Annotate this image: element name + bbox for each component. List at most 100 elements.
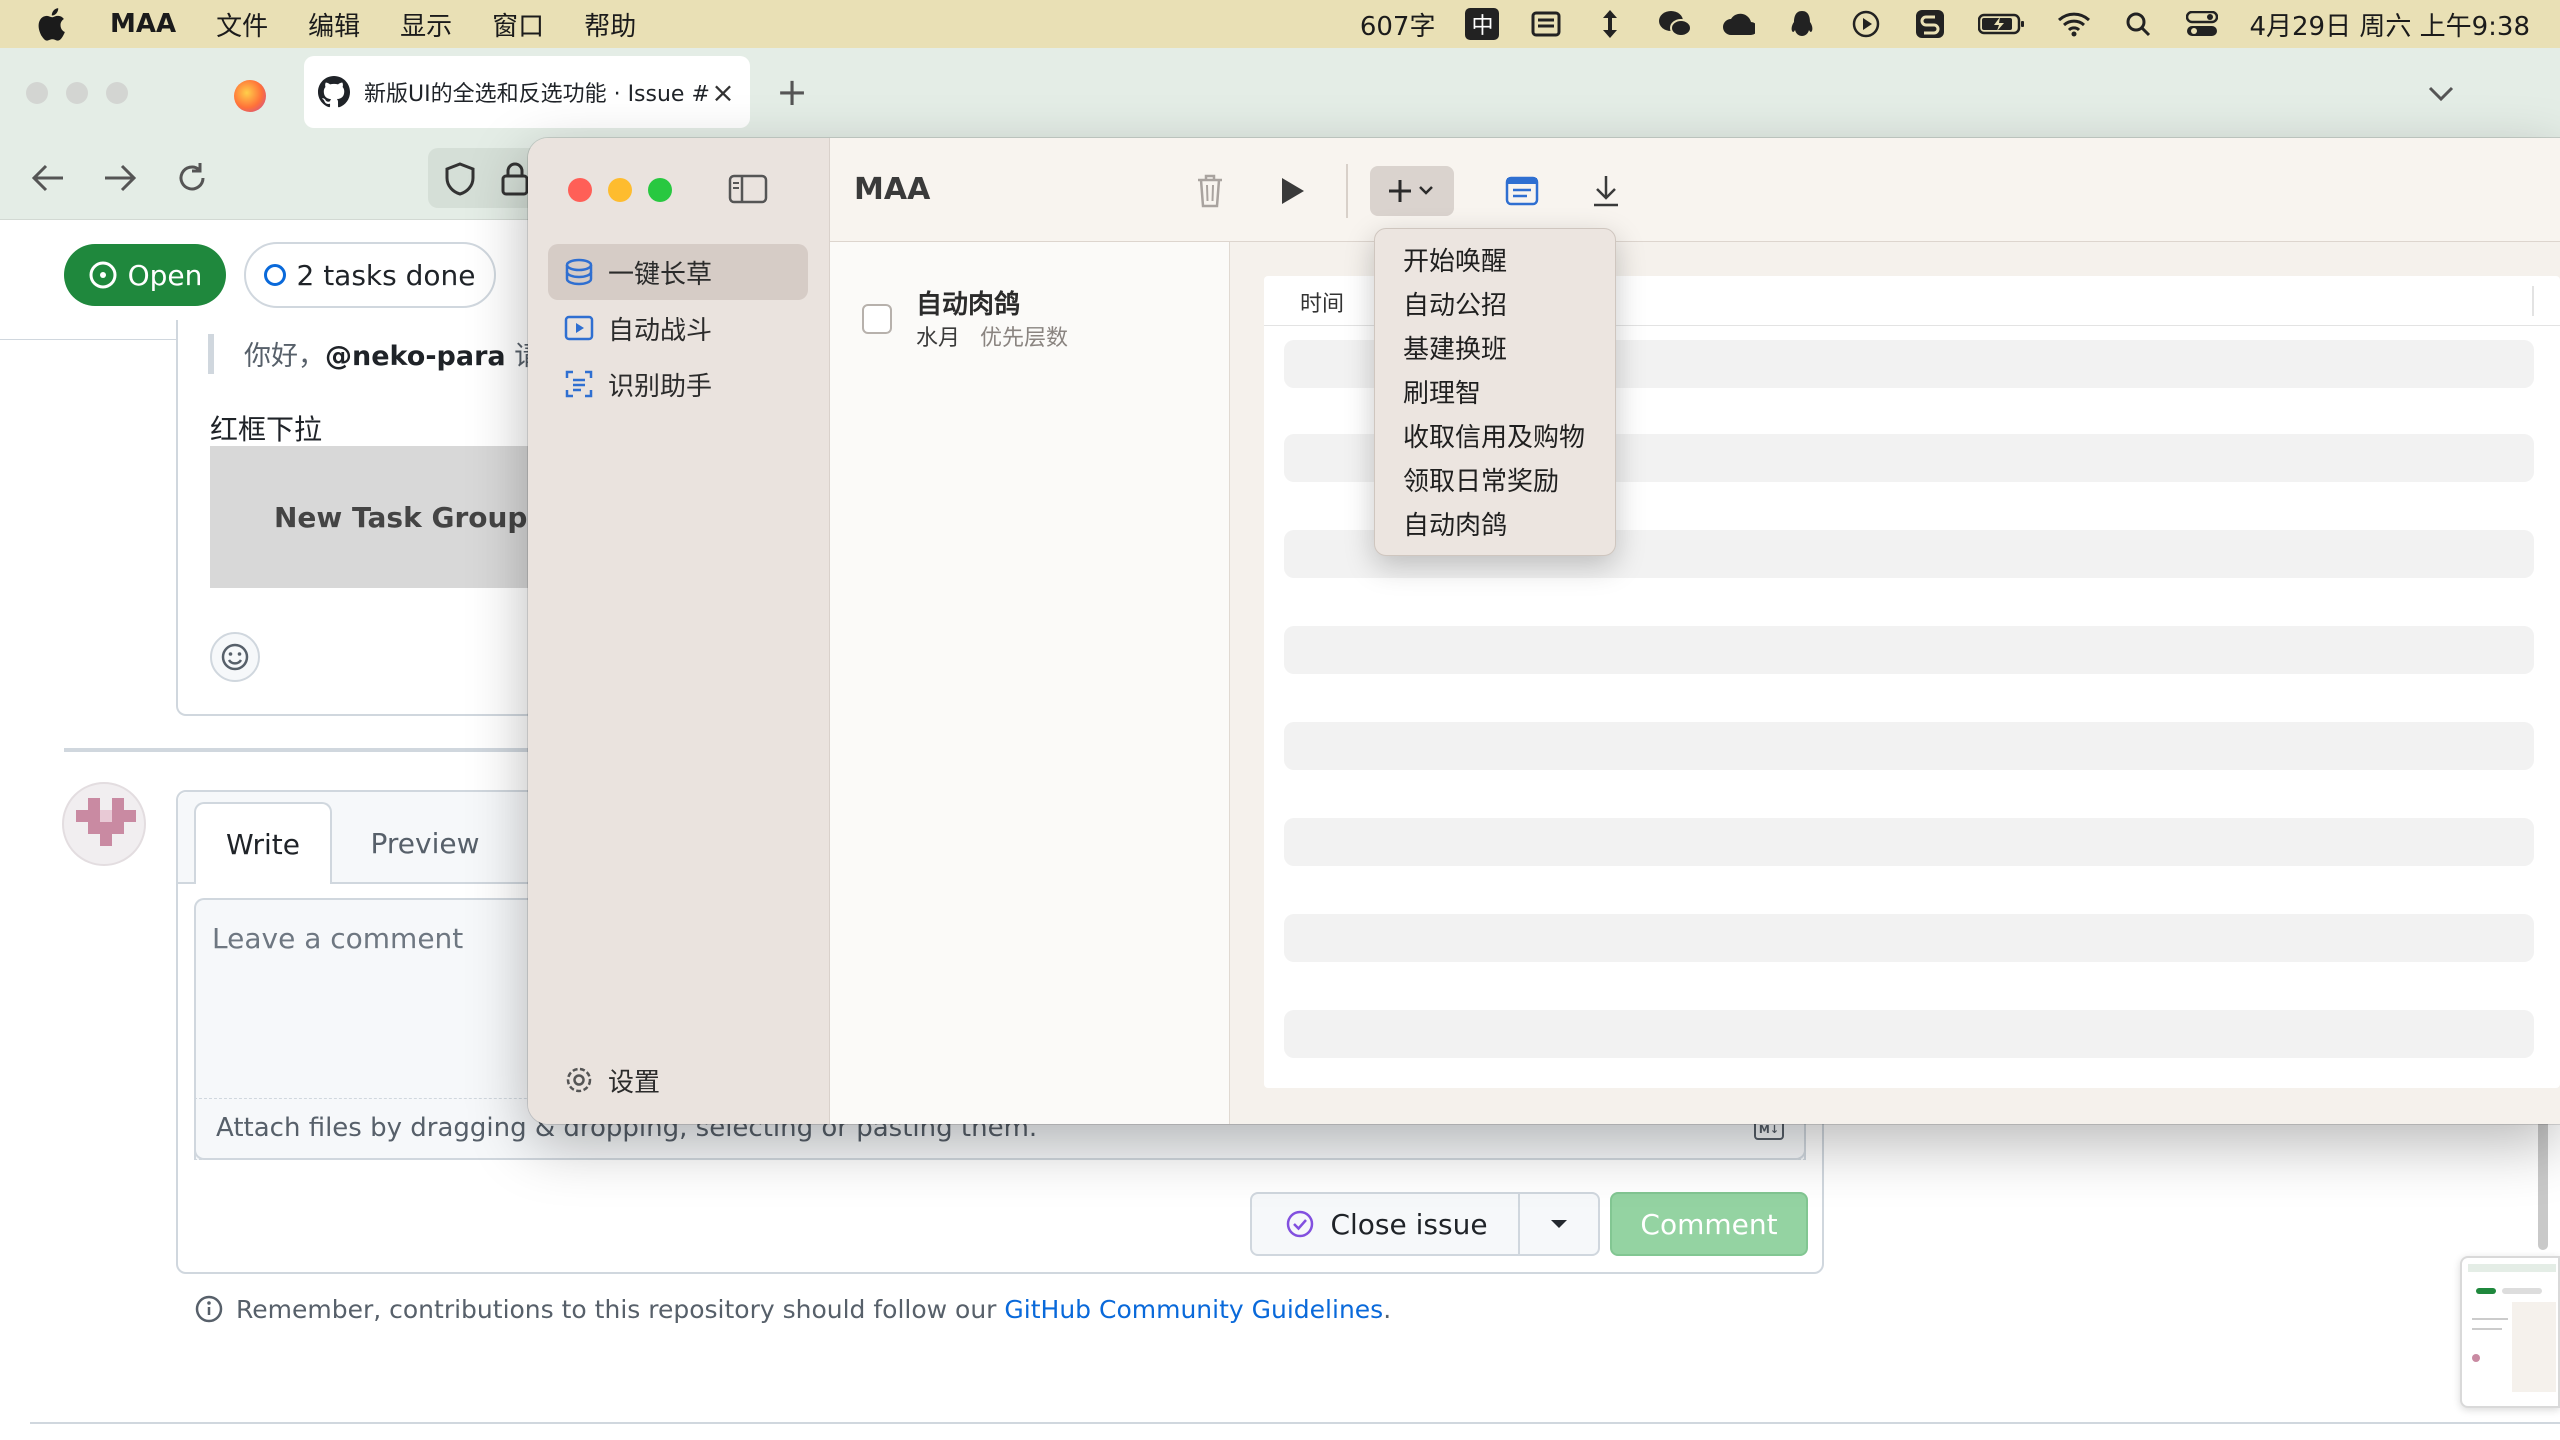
- browser-tab-active[interactable]: 新版UI的全选和反选功能 · Issue # ×: [304, 56, 750, 128]
- firefox-view-icon[interactable]: [234, 80, 266, 112]
- menu-app-name[interactable]: MAA: [110, 9, 176, 39]
- trash-icon[interactable]: [1184, 166, 1236, 216]
- menu-help[interactable]: 帮助: [584, 6, 636, 43]
- menu-file[interactable]: 文件: [216, 6, 268, 43]
- wechat-icon[interactable]: [1657, 7, 1692, 41]
- notes-icon[interactable]: [1529, 7, 1563, 41]
- menu-item-roguelike[interactable]: 自动肉鸽: [1375, 501, 1615, 545]
- add-reaction-smiley-icon[interactable]: [210, 632, 260, 682]
- footer-divider: [30, 1422, 2560, 1424]
- tab-list-chevron-down-icon[interactable]: [2424, 76, 2458, 110]
- control-center-icon[interactable]: [2185, 7, 2219, 41]
- tab-preview[interactable]: Preview: [350, 802, 500, 884]
- sidebar-item-settings[interactable]: 设置: [548, 1052, 808, 1108]
- scan-text-icon: [564, 369, 594, 399]
- info-icon: [195, 1295, 223, 1323]
- issue-state-badge: Open: [64, 244, 226, 306]
- page-scrollbar[interactable]: [2538, 1110, 2548, 1250]
- window-close-button[interactable]: [568, 178, 592, 202]
- toolbar-separator: [1346, 164, 1348, 218]
- menu-edit[interactable]: 编辑: [308, 6, 360, 43]
- play-square-icon: [564, 313, 594, 343]
- screenshot-caption: New Task Group #1: [274, 500, 536, 534]
- check-circle-icon: [1287, 1210, 1314, 1238]
- timeline-divider: [64, 748, 540, 752]
- browser-close-dot[interactable]: [26, 82, 48, 104]
- comment-screenshot-image[interactable]: New Task Group #1: [210, 446, 536, 588]
- user-mention-link[interactable]: @neko-para: [325, 341, 506, 372]
- window-thumbnail-preview[interactable]: [2460, 1256, 2560, 1408]
- tab-close-icon[interactable]: ×: [710, 76, 736, 109]
- comment-paragraph: 红框下拉: [210, 413, 323, 446]
- menu-window[interactable]: 窗口: [492, 6, 544, 43]
- issue-open-icon: [89, 261, 117, 289]
- contribution-guideline-note: Remember, contributions to this reposito…: [194, 1294, 1391, 1324]
- search-icon[interactable]: [2121, 7, 2155, 41]
- tab-write[interactable]: Write: [194, 802, 332, 884]
- add-task-plus-icon[interactable]: [1370, 166, 1454, 216]
- window-zoom-button[interactable]: [648, 178, 672, 202]
- cloud-icon[interactable]: [1721, 7, 1756, 41]
- settings-label: 设置: [608, 1067, 661, 1098]
- forward-arrow-icon[interactable]: [100, 158, 140, 198]
- sidebar-item-recognition[interactable]: 识别助手: [548, 356, 808, 412]
- user-avatar[interactable]: [62, 782, 146, 866]
- qq-icon[interactable]: [1785, 7, 1819, 41]
- battery-icon[interactable]: [1977, 7, 2027, 41]
- s-app-icon[interactable]: [1913, 7, 1947, 41]
- menu-bar: MAA 文件 编辑 显示 窗口 帮助 607字 中 4月29日 周六 上午9:3…: [0, 0, 2560, 48]
- menu-item-recruit[interactable]: 自动公招: [1375, 281, 1615, 325]
- sidebar-item-auto-battle[interactable]: 自动战斗: [548, 300, 808, 356]
- sidebar-item-label: 一键长草: [608, 259, 713, 290]
- input-method-icon[interactable]: 中: [1465, 8, 1500, 40]
- reload-icon[interactable]: [172, 158, 212, 198]
- new-tab-plus-icon[interactable]: +: [774, 70, 810, 114]
- resize-vertical-icon[interactable]: [1593, 7, 1627, 41]
- apple-icon[interactable]: [36, 4, 76, 44]
- back-arrow-icon[interactable]: [28, 158, 68, 198]
- tasks-label: 2 tasks done: [296, 258, 476, 292]
- shield-icon[interactable]: [444, 162, 478, 196]
- browser-zoom-dot[interactable]: [106, 82, 128, 104]
- log-row-placeholder: [1284, 1010, 2534, 1058]
- community-guidelines-link[interactable]: GitHub Community Guidelines: [1004, 1295, 1383, 1324]
- menu-item-award[interactable]: 领取日常奖励: [1375, 457, 1615, 501]
- blockquote-text: 你好，@neko-para 请: [244, 341, 542, 372]
- github-logo-icon: [318, 76, 351, 108]
- log-row-placeholder: [1284, 722, 2534, 770]
- comment-submit-button[interactable]: Comment: [1610, 1192, 1808, 1256]
- gear-icon: [564, 1065, 594, 1095]
- stack-icon: [564, 257, 594, 287]
- wifi-icon[interactable]: [2057, 7, 2091, 41]
- task-list: [830, 242, 1230, 1124]
- log-column-time[interactable]: 时间: [1300, 286, 1344, 318]
- menu-item-startup[interactable]: 开始唤醒: [1375, 237, 1615, 281]
- download-icon[interactable]: [1580, 166, 1632, 216]
- start-play-icon[interactable]: [1266, 166, 1318, 216]
- sidebar-item-label: 自动战斗: [608, 315, 713, 346]
- log-list-icon[interactable]: [1496, 166, 1548, 216]
- tasks-progress-badge[interactable]: 2 tasks done: [244, 242, 496, 308]
- browser-minimize-dot[interactable]: [66, 82, 88, 104]
- menu-item-fight[interactable]: 刷理智: [1375, 369, 1615, 413]
- menu-view[interactable]: 显示: [400, 6, 452, 43]
- close-issue-options-caret-icon[interactable]: [1518, 1192, 1600, 1256]
- issue-state-label: Open: [127, 258, 203, 292]
- add-task-menu: 开始唤醒 自动公招 基建换班 刷理智 收取信用及购物 领取日常奖励 自动肉鸽: [1374, 228, 1616, 556]
- blockquote-bar: [208, 334, 214, 374]
- clock[interactable]: 4月29日 周六 上午9:38: [2249, 6, 2530, 43]
- close-issue-button[interactable]: Close issue: [1250, 1192, 1520, 1256]
- sidebar-item-label: 识别助手: [608, 371, 713, 402]
- log-column-separator: [2532, 286, 2534, 316]
- play-circle-icon[interactable]: [1849, 7, 1883, 41]
- log-row-placeholder: [1284, 818, 2534, 866]
- window-minimize-button[interactable]: [608, 178, 632, 202]
- sidebar-toggle-icon[interactable]: [728, 174, 768, 204]
- task-name[interactable]: 自动肉鸽: [916, 284, 1020, 321]
- task-enable-checkbox[interactable]: [862, 304, 892, 334]
- menu-item-infrast[interactable]: 基建换班: [1375, 325, 1615, 369]
- progress-ring-icon: [264, 264, 287, 286]
- word-count[interactable]: 607字: [1360, 6, 1436, 43]
- sidebar-item-one-key[interactable]: 一键长草: [548, 244, 808, 300]
- menu-item-mall[interactable]: 收取信用及购物: [1375, 413, 1615, 457]
